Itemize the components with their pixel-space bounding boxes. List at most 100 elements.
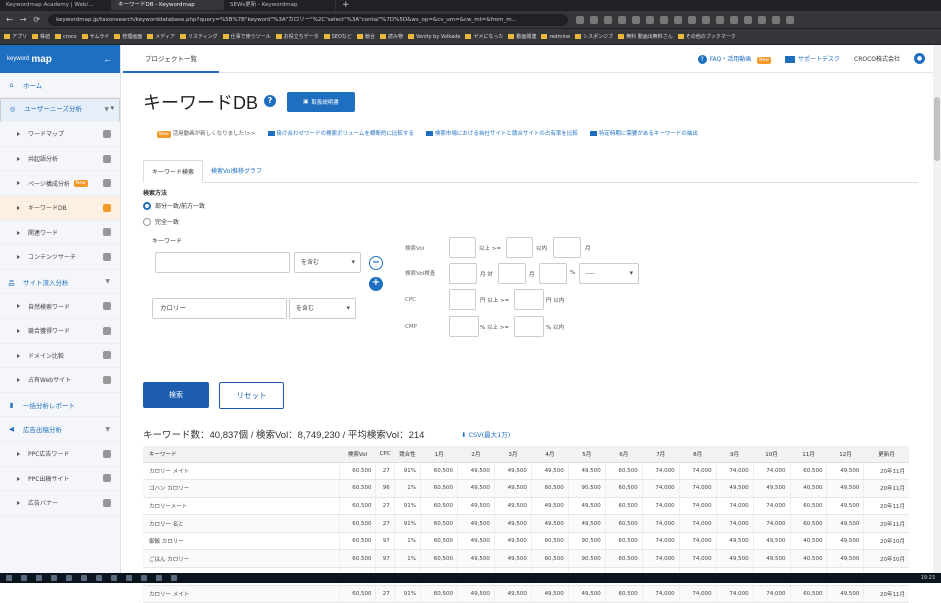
extension-icon[interactable] (688, 15, 697, 24)
sidebar-item-ad-banner[interactable]: 広告バナー (0, 491, 120, 516)
sidebar-item-user-needs[interactable]: ◎ ユーザーニーズ分析 ▼ (0, 97, 120, 123)
volume-month-input[interactable] (553, 237, 581, 258)
tab-keyword-search[interactable]: キーワード検索 (143, 160, 204, 183)
keyword-cell[interactable]: カロリー 名と (143, 514, 339, 533)
remove-row-icon[interactable]: − (369, 256, 383, 270)
tab-volume-graph[interactable]: 検索Vol推移グラフ (203, 160, 270, 182)
sidebar-item-content-search[interactable]: コンテンツサーチ (0, 245, 120, 270)
taskview-icon[interactable] (36, 575, 42, 581)
bookmark[interactable]: お役立ちデータ (276, 33, 319, 40)
sidebar-item-wordmap[interactable]: ワードマップ (0, 122, 120, 147)
keyword-cell[interactable]: カロリー メイト (143, 462, 339, 481)
keyword-operator-select-2[interactable]: を含む (289, 298, 356, 319)
bookmark[interactable]: リスティング (180, 33, 218, 40)
bookmark[interactable]: 無料 動画出無料さん (618, 33, 673, 40)
collapse-sidebar-icon[interactable]: ← (103, 54, 112, 64)
keyword-cell[interactable]: ゴハン カロリー (143, 479, 339, 498)
column-header[interactable]: 2月 (457, 446, 495, 463)
column-header[interactable]: 1月 (420, 446, 458, 463)
search-button[interactable]: 検索 (143, 382, 209, 408)
extension-icon[interactable] (730, 15, 739, 24)
sidebar-item-cooccurrence[interactable]: 共起語分析 (0, 147, 120, 172)
browser-tab[interactable]: Keywordmap Academy | Web/… (0, 0, 112, 10)
column-header[interactable]: 3月 (494, 446, 532, 463)
search-icon[interactable] (21, 575, 27, 581)
keyword-cell[interactable]: 御飯 カロリー (143, 532, 339, 551)
extension-icon[interactable] (618, 15, 627, 24)
sidebar-item-page-structure[interactable]: ページ構成分析 New (0, 171, 120, 196)
month-from-input[interactable] (449, 263, 477, 284)
bookmark[interactable]: ヤメになった (465, 33, 503, 40)
browser-tab[interactable]: SEWs更新 - Keywordmap (224, 0, 336, 10)
keyword-operator-select-1[interactable]: を含む (294, 252, 361, 273)
keyword-cell[interactable]: カロリーメート (143, 497, 339, 516)
change-percent-input[interactable] (539, 263, 567, 284)
column-header[interactable]: 5月 (568, 446, 606, 463)
notice-link[interactable]: 特定時期に需要があるキーワードの抽出 (590, 129, 698, 137)
sidebar-item-home[interactable]: ⌂ ホーム (0, 73, 120, 98)
bookmark[interactable]: SEOなど (324, 33, 352, 40)
keyword-input-1[interactable] (155, 252, 290, 273)
column-header[interactable]: 12月 (826, 446, 864, 463)
sidebar-item-dominant-sites[interactable]: 占有Webサイト (0, 368, 120, 393)
cpc-max-input[interactable] (514, 289, 544, 310)
browser-tab-active[interactable]: キーワードDB - Keywordmap (112, 0, 224, 10)
sidebar-item-ppc-words[interactable]: PPC広告ワード (0, 442, 120, 467)
bookmark[interactable]: 動画閲連 (508, 33, 536, 40)
extension-icon[interactable] (786, 15, 795, 24)
manual-button[interactable]: ▣ 取扱説明書 (287, 92, 355, 112)
cmp-min-input[interactable] (449, 316, 479, 337)
reset-button[interactable]: リセット (219, 382, 284, 409)
sidebar-item-competitor-words[interactable]: 競合獲得ワード (0, 319, 120, 344)
bookmark[interactable]: 読み物 (380, 33, 403, 40)
sidebar-item-domain-compare[interactable]: ドメイン比較 (0, 344, 120, 369)
extension-icon[interactable] (632, 15, 641, 24)
help-icon[interactable]: ? (264, 95, 276, 107)
keyword-cell[interactable]: カロリー メイト (143, 585, 339, 603)
forward-icon[interactable]: → (20, 15, 27, 24)
column-header[interactable]: 8月 (679, 446, 717, 463)
add-row-icon[interactable]: + (369, 277, 383, 291)
notice-video[interactable]: New 活用動画が新しくなりました!>> (153, 129, 256, 138)
extension-icon[interactable] (590, 15, 599, 24)
extension-icon[interactable] (744, 15, 753, 24)
column-header[interactable]: 検索Vol (339, 446, 376, 463)
column-header[interactable]: 10月 (753, 446, 791, 463)
sidebar-item-organic-words[interactable]: 自然検索ワード (0, 294, 120, 319)
extension-icon[interactable] (716, 15, 725, 24)
app-icon[interactable] (96, 575, 102, 581)
column-header[interactable]: 4月 (531, 446, 569, 463)
app-icon[interactable] (51, 575, 57, 581)
column-header[interactable]: 7月 (642, 446, 680, 463)
page-scrollbar[interactable] (933, 45, 941, 573)
bookmark[interactable]: 管理画面 (114, 33, 142, 40)
change-direction-select[interactable]: ---- (579, 263, 639, 284)
bookmark[interactable]: シスポンジブ (575, 33, 613, 40)
extension-icon[interactable] (604, 15, 613, 24)
radio-exact-match[interactable]: 完全一致 (143, 217, 179, 226)
bookmark[interactable]: 株値 (32, 33, 50, 40)
extension-icon[interactable] (758, 15, 767, 24)
back-icon[interactable]: ← (6, 15, 13, 24)
column-header[interactable]: 競合性 (394, 446, 421, 463)
app-icon[interactable] (156, 575, 162, 581)
tab-project-list[interactable]: プロジェクト一覧 (123, 45, 219, 73)
logo[interactable]: keyword map ← (0, 45, 120, 73)
column-header[interactable]: キーワード (143, 446, 339, 463)
column-header[interactable]: 6月 (605, 446, 643, 463)
bookmark[interactable]: redmine (541, 34, 570, 40)
bookmark[interactable]: 仕事で使うツール (223, 33, 271, 40)
column-header[interactable]: CPC (375, 446, 395, 463)
column-header[interactable]: 11月 (790, 446, 827, 463)
sidebar-item-related-words[interactable]: 関連ワード (0, 221, 120, 246)
app-icon[interactable] (171, 575, 177, 581)
app-icon[interactable] (81, 575, 87, 581)
bookmark[interactable]: croco (55, 34, 77, 40)
app-icon[interactable] (66, 575, 72, 581)
bookmark[interactable]: サムライ (82, 33, 110, 40)
bookmark[interactable]: メディア (147, 33, 175, 40)
new-tab-button[interactable]: + (336, 0, 356, 10)
radio-partial-match[interactable]: 部分一致/前方一致 (143, 201, 205, 210)
extension-icon[interactable] (660, 15, 669, 24)
volume-min-input[interactable] (449, 237, 476, 258)
